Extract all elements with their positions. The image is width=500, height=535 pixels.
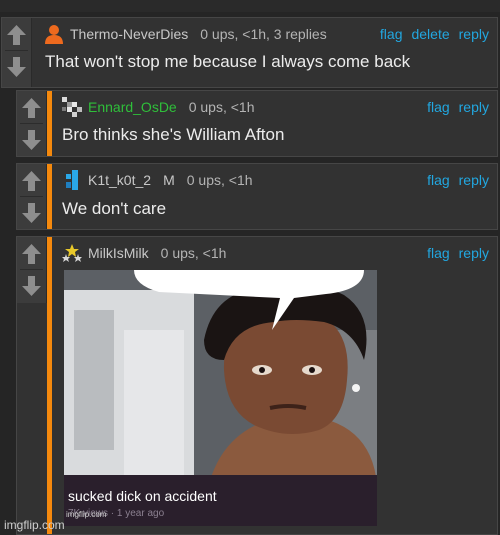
downvote-arrow-icon[interactable] xyxy=(17,126,46,154)
comment-text: Bro thinks she's William Afton xyxy=(62,125,285,144)
comment-actions: flag reply xyxy=(427,245,489,261)
username[interactable]: Thermo-NeverDies xyxy=(70,26,188,42)
downvote-arrow-icon[interactable] xyxy=(2,53,31,81)
top-strip xyxy=(0,0,500,12)
delete-link[interactable]: delete xyxy=(411,26,449,42)
comment-1: Thermo-NeverDies 0 ups, <1h, 3 replies f… xyxy=(1,17,498,88)
vote-column xyxy=(17,164,47,229)
reply-link[interactable]: reply xyxy=(459,245,489,261)
vote-column xyxy=(17,91,47,156)
meme-watermark: imgflip.com xyxy=(66,510,107,519)
vote-divider xyxy=(20,269,43,270)
username[interactable]: MilkIsMilk xyxy=(88,245,149,261)
vote-divider xyxy=(20,196,43,197)
reply-link[interactable]: reply xyxy=(459,26,489,42)
vote-column xyxy=(2,18,32,87)
comment-header: Ennard_OsDe 0 ups, <1h xyxy=(62,97,255,117)
comment-meta: 0 ups, <1h xyxy=(160,245,227,261)
upvote-arrow-icon[interactable] xyxy=(17,94,46,122)
comment-actions: flag delete reply xyxy=(380,26,489,42)
vote-column xyxy=(17,237,47,303)
comment-meta: 0 ups, <1h xyxy=(186,172,253,188)
comment-meta: 0 ups, <1h xyxy=(188,99,255,115)
comment-header: K1t_k0t_2 M 0 ups, <1h xyxy=(62,170,253,190)
comment-2: Ennard_OsDe 0 ups, <1h flag reply Bro th… xyxy=(16,90,498,157)
username[interactable]: Ennard_OsDe xyxy=(88,99,177,115)
upvote-arrow-icon[interactable] xyxy=(2,21,31,49)
comment-text: We don't care xyxy=(62,199,167,218)
comment-header: Thermo-NeverDies 0 ups, <1h, 3 replies xyxy=(44,24,327,44)
flag-link[interactable]: flag xyxy=(427,172,450,188)
comment-text: That won't stop me because I always come… xyxy=(45,52,411,71)
thread-bar xyxy=(47,164,52,229)
pixel-avatar-icon[interactable] xyxy=(62,97,82,117)
comment-actions: flag reply xyxy=(427,99,489,115)
vote-divider xyxy=(20,123,43,124)
thread-bar xyxy=(47,91,52,156)
comment-3: K1t_k0t_2 M 0 ups, <1h flag reply We don… xyxy=(16,163,498,230)
flag-link[interactable]: flag xyxy=(427,245,450,261)
stars-avatar-icon[interactable] xyxy=(62,243,82,263)
comment-header: MilkIsMilk 0 ups, <1h xyxy=(62,243,226,263)
comment-4: MilkIsMilk 0 ups, <1h flag reply sucked … xyxy=(16,236,498,535)
vote-divider xyxy=(5,50,28,51)
orange-user-icon[interactable] xyxy=(44,24,64,44)
reply-link[interactable]: reply xyxy=(459,99,489,115)
comment-actions: flag reply xyxy=(427,172,489,188)
upvote-arrow-icon[interactable] xyxy=(17,167,46,195)
meme-caption: sucked dick on accident xyxy=(68,488,217,504)
user-badge: M xyxy=(163,172,175,188)
page-watermark: imgflip.com xyxy=(4,518,65,532)
username[interactable]: K1t_k0t_2 xyxy=(88,172,151,188)
thread-bar xyxy=(47,237,52,534)
downvote-arrow-icon[interactable] xyxy=(17,272,46,300)
upvote-arrow-icon[interactable] xyxy=(17,240,46,268)
downvote-arrow-icon[interactable] xyxy=(17,199,46,227)
reply-link[interactable]: reply xyxy=(459,172,489,188)
meme-image[interactable]: sucked dick on accident 7K views · 1 yea… xyxy=(64,270,377,526)
flag-link[interactable]: flag xyxy=(380,26,403,42)
blue-pixel-avatar-icon[interactable] xyxy=(62,170,82,190)
comment-meta: 0 ups, <1h, 3 replies xyxy=(200,26,327,42)
flag-link[interactable]: flag xyxy=(427,99,450,115)
